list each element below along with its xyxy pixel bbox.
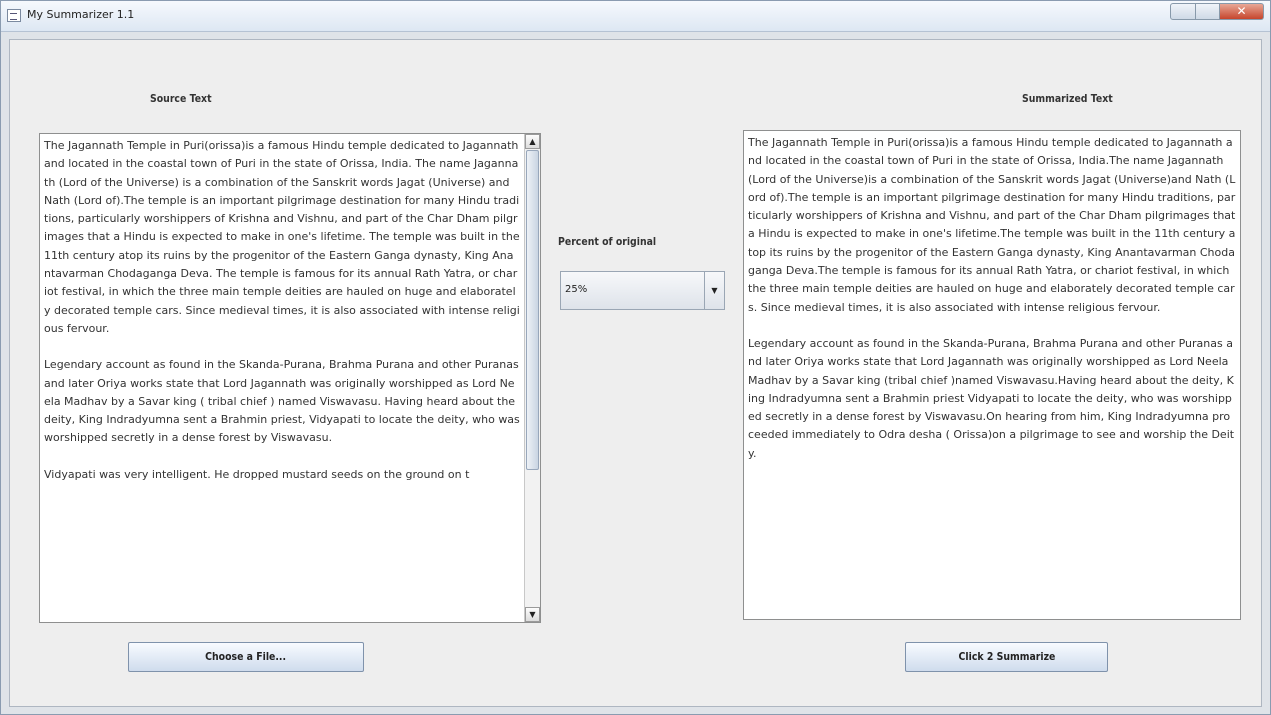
title-bar[interactable]: My Summarizer 1.1 ✕ [1,1,1270,32]
maximize-icon[interactable] [1196,3,1220,20]
summarize-label: Click 2 Summarize [958,650,1055,663]
scrollbar-thumb[interactable] [526,150,539,470]
choose-file-label: Choose a File... [205,650,287,663]
source-text-heading: Source Text [150,92,212,105]
main-panel: Source Text Summarized Text The Jagannat… [9,39,1262,707]
app-window: My Summarizer 1.1 ✕ Source Text Summariz… [0,0,1271,715]
percent-value: 25% [565,284,588,295]
source-text-area[interactable]: The Jagannath Temple in Puri(orissa)is a… [39,133,541,623]
arrow-down-icon[interactable]: ▼ [525,607,540,622]
source-paragraph-3: Vidyapati was very intelligent. He dropp… [44,467,470,481]
source-paragraph-1: The Jagannath Temple in Puri(orissa)is a… [44,139,520,335]
choose-file-button[interactable]: Choose a File... [128,642,364,672]
source-paragraph-2: Legendary account as found in the Skanda… [44,358,520,445]
window-title: My Summarizer 1.1 [27,8,135,21]
percent-label: Percent of original [558,235,657,248]
arrow-up-icon[interactable]: ▲ [525,134,540,149]
summarized-text-heading: Summarized Text [1022,92,1113,105]
chevron-down-icon[interactable]: ▼ [704,272,724,309]
summary-text-area[interactable]: The Jagannath Temple in Puri(orissa)is a… [743,130,1241,620]
summarize-button[interactable]: Click 2 Summarize [905,642,1108,672]
summary-paragraph-1: The Jagannath Temple in Puri(orissa)is a… [748,136,1236,314]
close-icon[interactable]: ✕ [1220,3,1264,20]
minimize-icon[interactable] [1170,3,1196,20]
window-app-icon [7,9,21,22]
summary-paragraph-2: Legendary account as found in the Skanda… [748,336,1235,460]
source-text-content: The Jagannath Temple in Puri(orissa)is a… [40,134,524,505]
percent-dropdown[interactable]: 25% ▼ [560,271,725,310]
source-scrollbar[interactable]: ▲ ▼ [524,134,540,622]
summary-text-content: The Jagannath Temple in Puri(orissa)is a… [744,131,1240,484]
window-controls: ✕ [1170,3,1264,21]
